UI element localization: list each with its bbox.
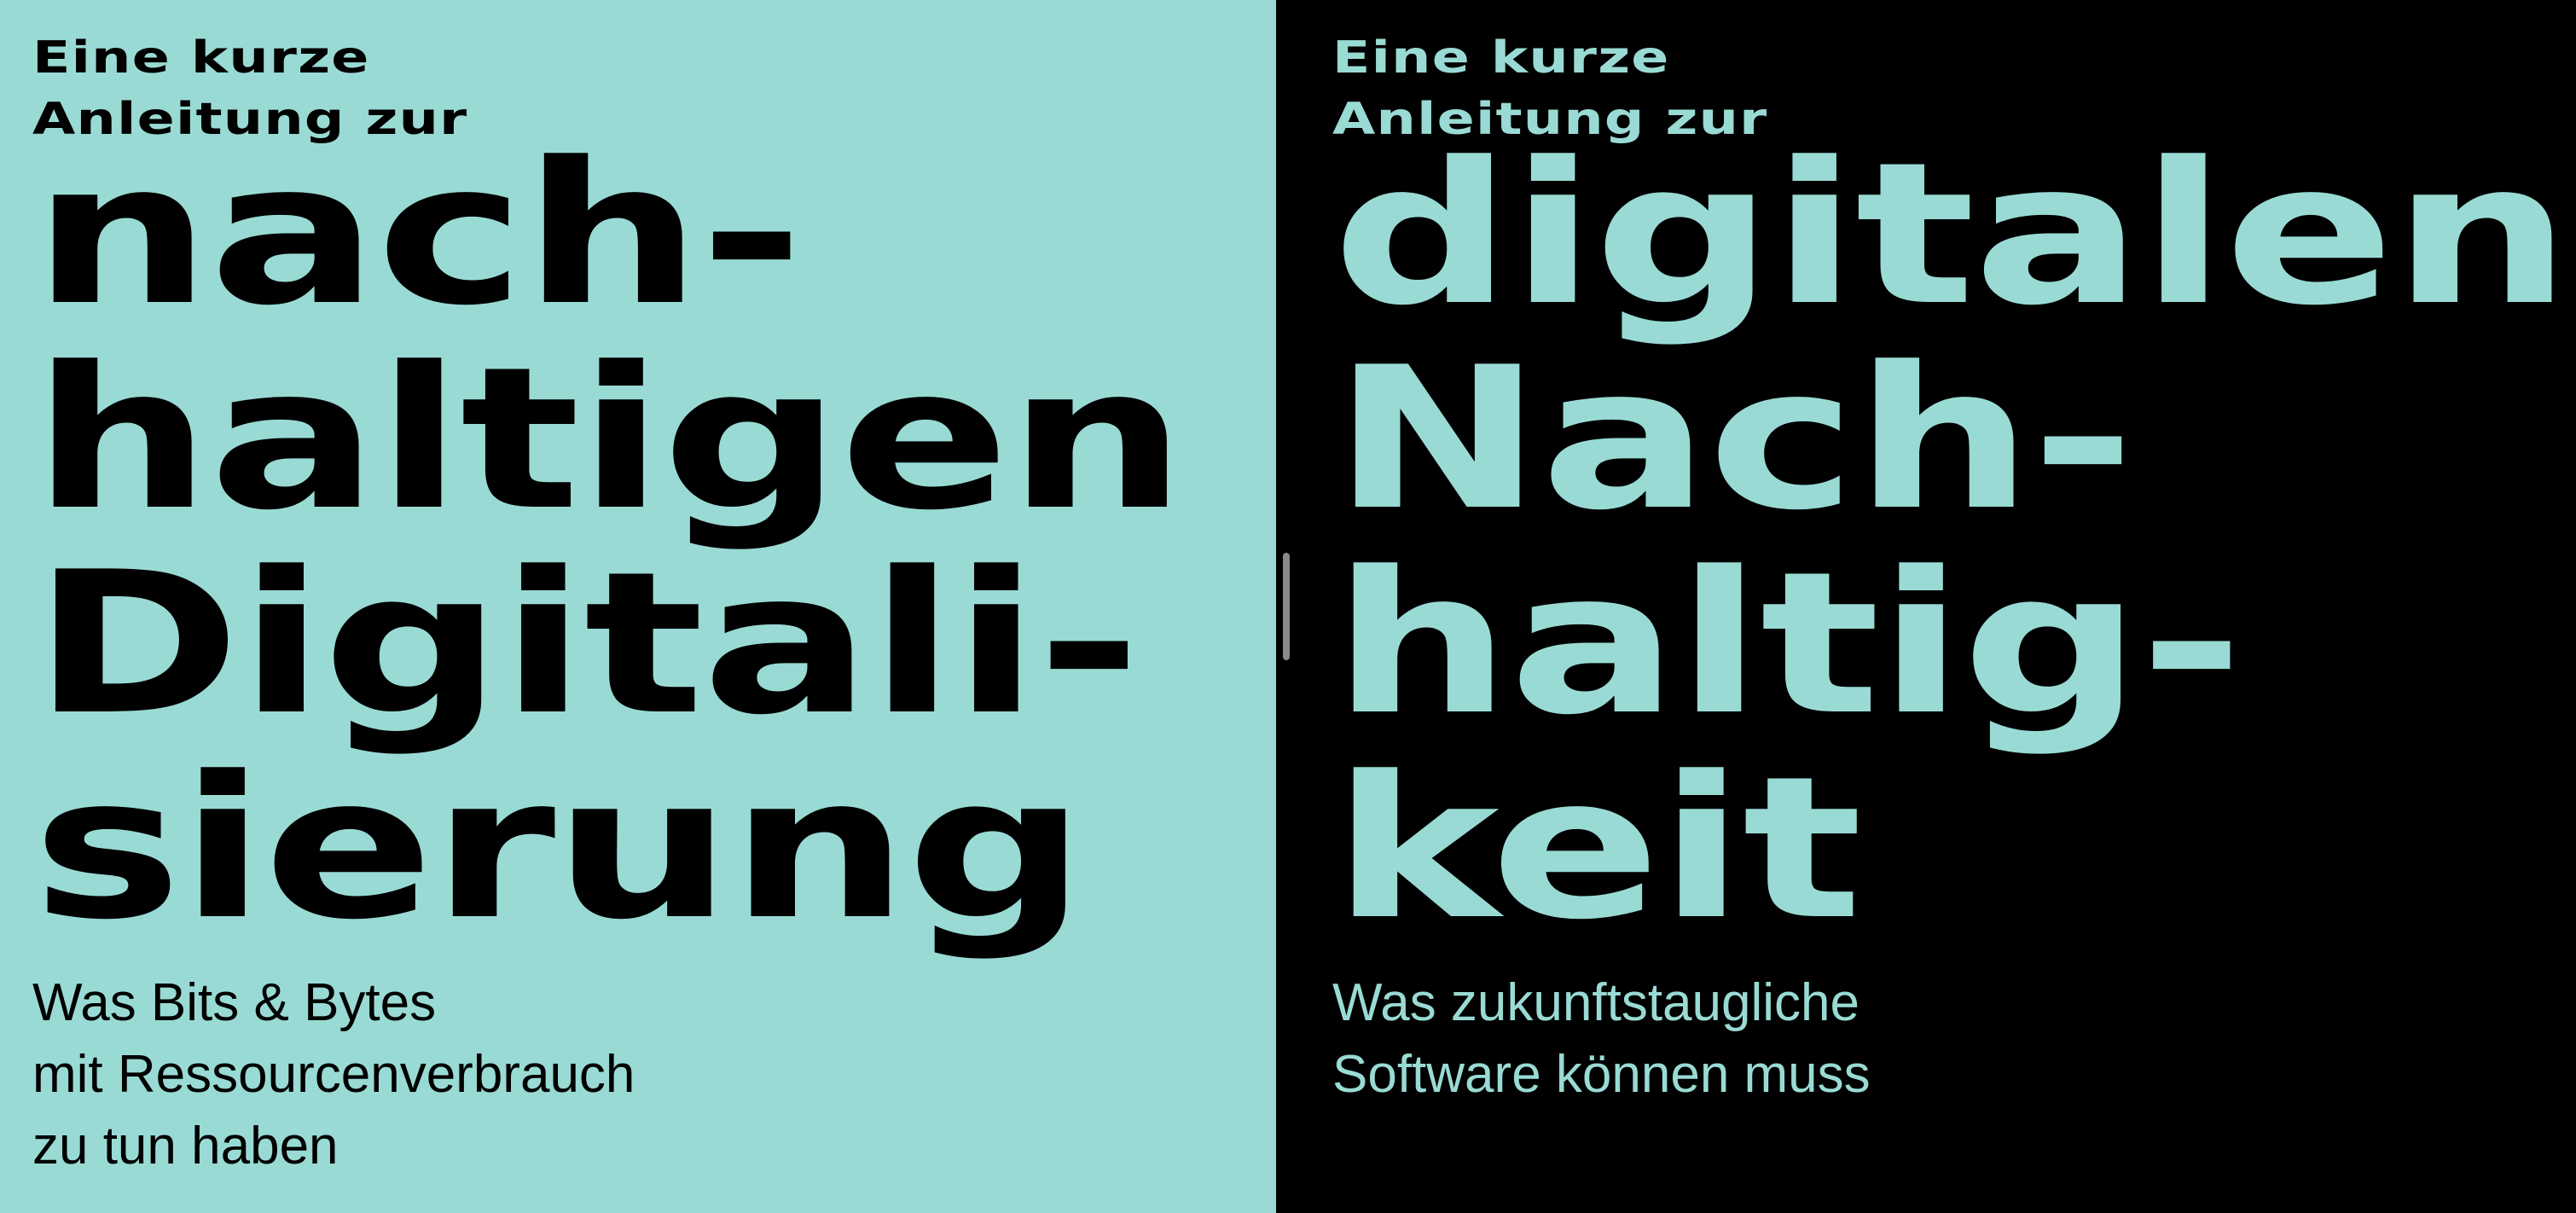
left-headline: nach- haltigen Digitali- sierung <box>32 121 1186 963</box>
comparison-view: Eine kurze Anleitung zur nach- haltigen … <box>0 0 2576 1213</box>
drag-handle-icon[interactable] <box>1283 553 1290 660</box>
right-subtitle: Was zukunftstaugliche Software können mu… <box>1332 973 1871 1104</box>
left-subtitle: Was Bits & Bytes mit Ressourcenverbrauch… <box>32 973 635 1175</box>
right-headline: digitalen Nach- haltig- keit <box>1332 121 2571 963</box>
